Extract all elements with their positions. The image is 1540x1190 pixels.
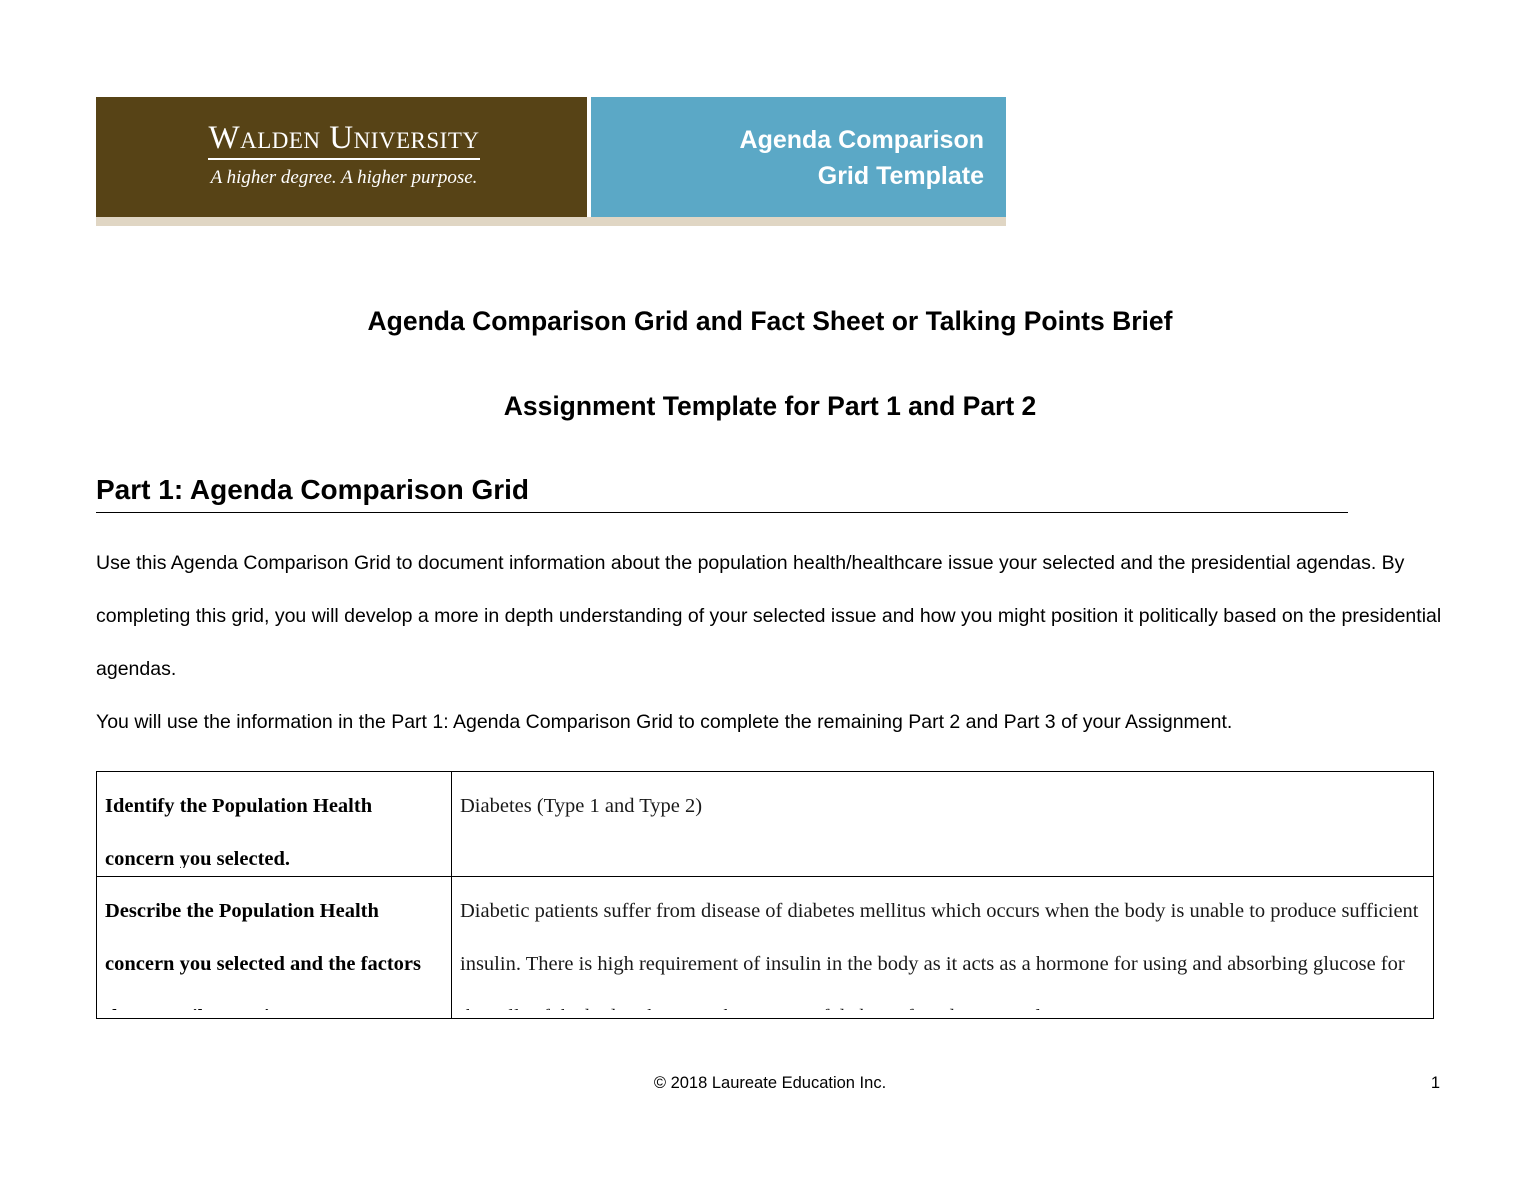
- banner-beige-strip: [96, 217, 1006, 226]
- grid-row-label-text: Describe the Population Health concern y…: [105, 899, 421, 1010]
- banner-teal-block: Agenda Comparison Grid Template: [591, 97, 1006, 218]
- walden-university-logo: Walden University A higher degree. A hig…: [144, 121, 544, 189]
- table-row: Describe the Population Health concern y…: [96, 875, 1434, 1019]
- grid-row-value[interactable]: Diabetic patients suffer from disease of…: [451, 875, 1434, 1019]
- header-banner: Walden University A higher degree. A hig…: [96, 97, 1008, 227]
- logo-tagline: A higher degree. A higher purpose.: [210, 166, 478, 188]
- grid-row-label: Describe the Population Health concern y…: [96, 875, 452, 1019]
- agenda-comparison-grid-table: Identify the Population Health concern y…: [96, 770, 1434, 1019]
- grid-row-value[interactable]: Diabetes (Type 1 and Type 2): [451, 770, 1434, 877]
- table-row: Identify the Population Health concern y…: [96, 770, 1434, 877]
- footer-page-number: 1: [1430, 1074, 1440, 1092]
- grid-row-value-text: Diabetic patients suffer from disease of…: [460, 899, 1419, 1010]
- grid-row-label: Identify the Population Health concern y…: [96, 770, 452, 877]
- page-footer: © 2018 Laureate Education Inc. 1: [96, 1074, 1444, 1104]
- grid-row-label-text: Identify the Population Health concern y…: [105, 794, 373, 868]
- heading-part-1: Part 1: Agenda Comparison Grid: [96, 419, 1348, 513]
- document-title-line-2: Assignment Template for Part 1 and Part …: [503, 390, 1037, 421]
- banner-title-line-1: Agenda Comparison: [739, 126, 984, 154]
- logo-wordmark: Walden University: [208, 121, 480, 160]
- intro-paragraph-2: You will use the information in the Part…: [96, 710, 1233, 733]
- footer-copyright: © 2018 Laureate Education Inc.: [653, 1074, 887, 1092]
- document-title-line-1: Agenda Comparison Grid and Fact Sheet or…: [367, 306, 1173, 336]
- banner-brown-block: Walden University A higher degree. A hig…: [96, 97, 587, 218]
- document-body: Agenda Comparison Grid and Fact Sheet or…: [96, 290, 1444, 1019]
- grid-row-value-text: Diabetes (Type 1 and Type 2): [460, 794, 703, 817]
- banner-title-line-2: Grid Template: [817, 161, 984, 190]
- banner-title: Agenda Comparison Grid Template: [624, 123, 984, 194]
- intro-paragraph-1: Use this Agenda Comparison Grid to docum…: [96, 551, 1442, 680]
